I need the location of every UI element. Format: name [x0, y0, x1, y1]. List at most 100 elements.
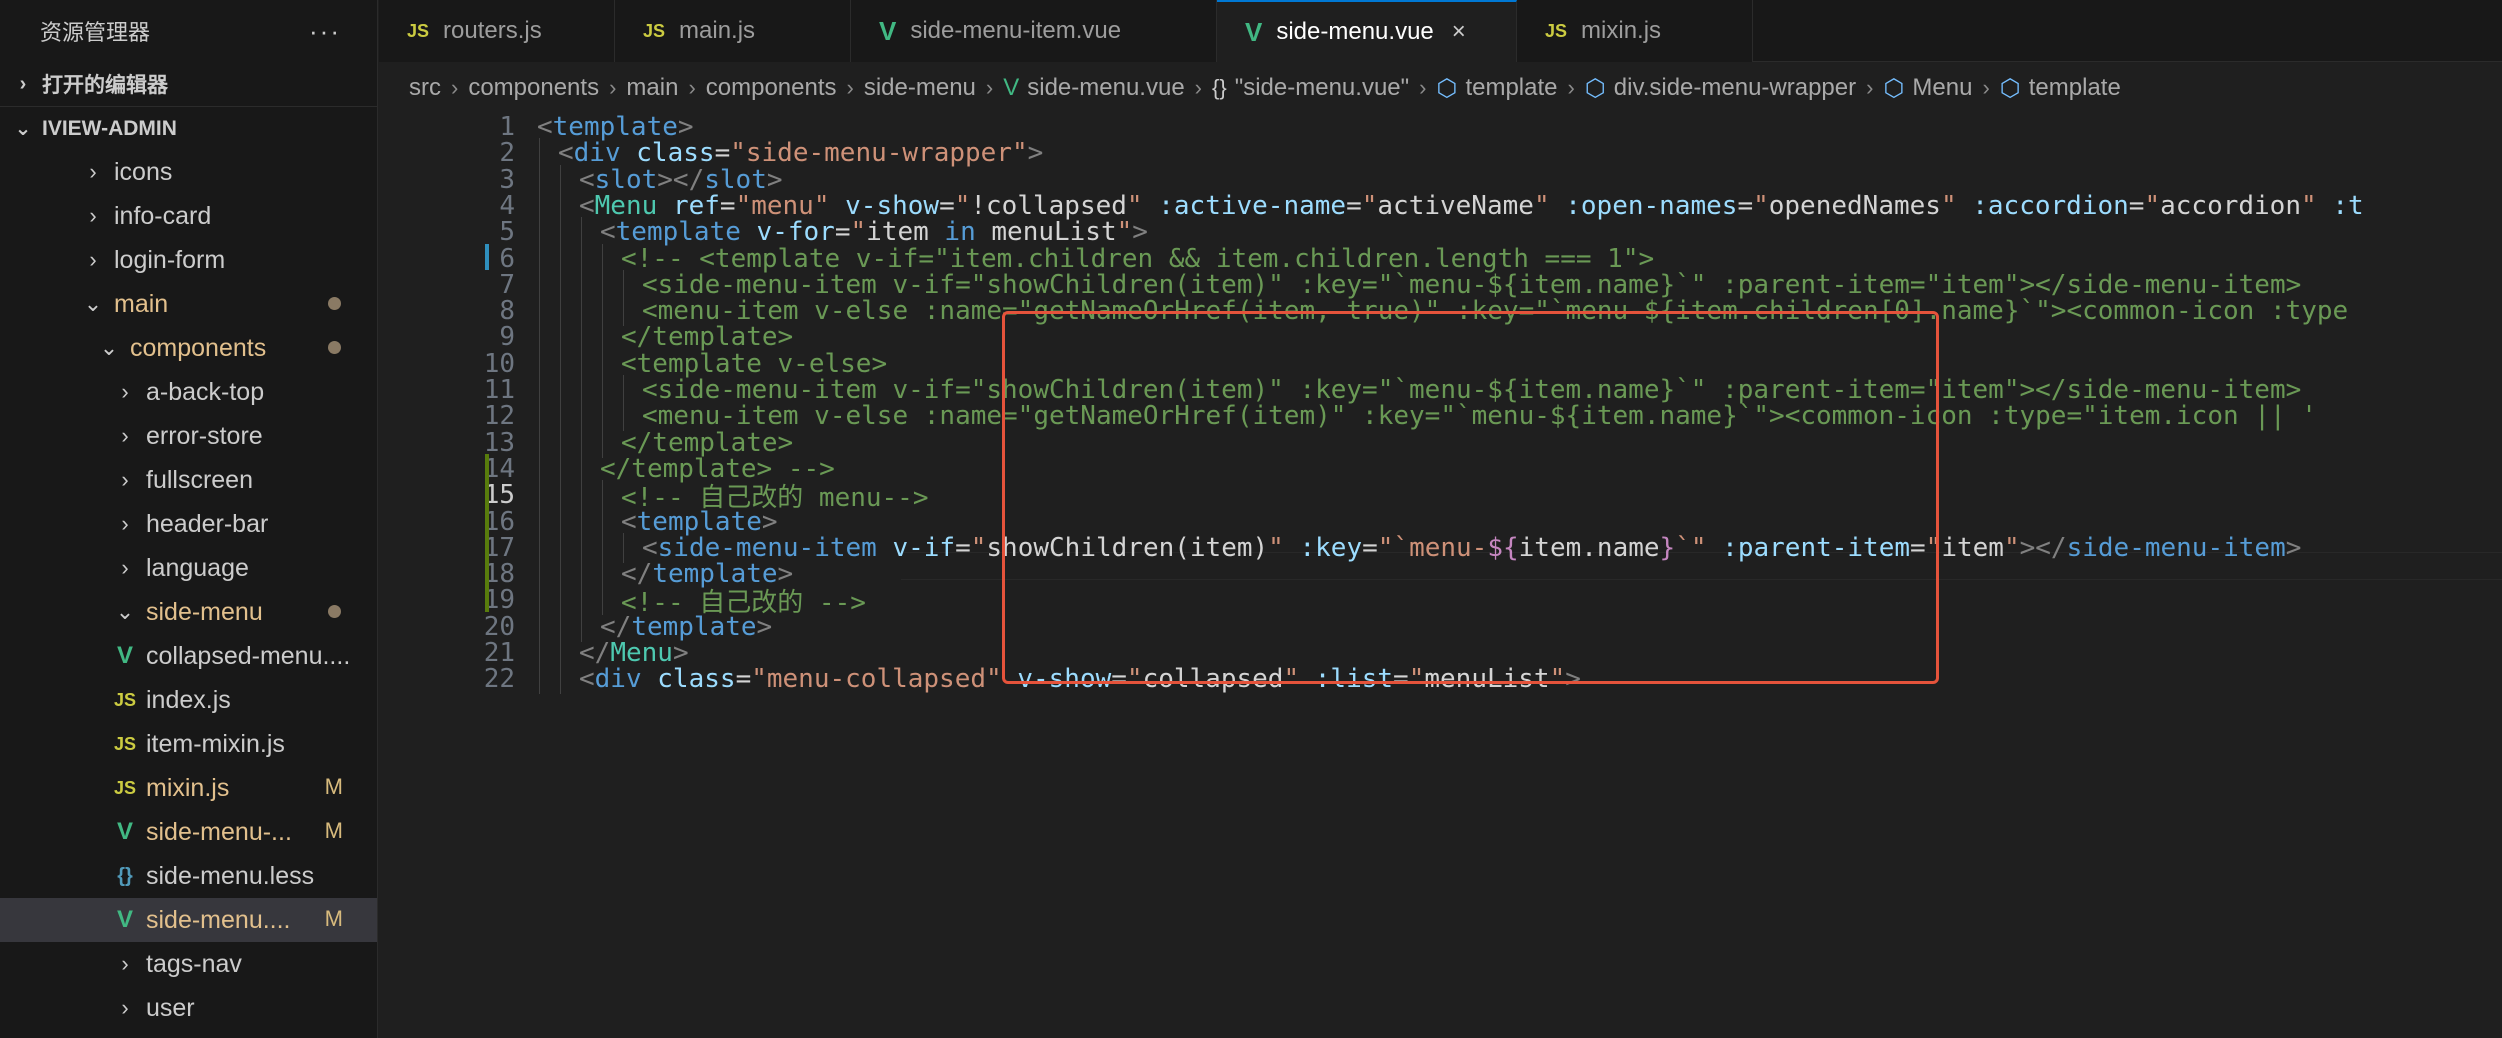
breadcrumb-item[interactable]: ⬡ template › [1437, 74, 1585, 103]
open-editors-section[interactable]: › 打开的编辑器 [0, 62, 377, 106]
close-icon[interactable]: × [1452, 18, 1466, 46]
tree-item-label: error-store [146, 421, 263, 450]
chevron-right-icon: › [121, 951, 129, 976]
chevron-right-icon: › [121, 995, 129, 1020]
breadcrumb-item[interactable]: components › [468, 74, 626, 102]
tree-item-label: mixin.js [146, 773, 230, 802]
tree-item[interactable]: JS index.js [0, 678, 377, 722]
chevron-right-icon: › [19, 72, 27, 95]
tree-item[interactable]: ⌄ side-menu [0, 590, 377, 634]
tab-label: routers.js [443, 17, 542, 44]
tab-side-menu-item-vue[interactable]: Vside-menu-item.vue [851, 0, 1217, 62]
code-token: = [1393, 664, 1409, 695]
code-token: < [579, 664, 595, 695]
breadcrumb-item[interactable]: side-menu › [864, 74, 1003, 102]
breadcrumb-item[interactable]: ⬡ div.side-menu-wrapper › [1585, 74, 1884, 103]
tree-item[interactable]: {} side-menu.less [0, 854, 377, 898]
tree-item[interactable]: › login-form [0, 238, 377, 282]
project-section[interactable]: ⌄ IVIEW-ADMIN [0, 106, 377, 150]
tree-item-label: item-mixin.js [146, 729, 285, 758]
chevron-right-icon: › [846, 75, 854, 100]
breadcrumb-item[interactable]: main › [626, 74, 705, 102]
less-file-icon: {} [117, 864, 133, 887]
breadcrumb-item[interactable]: src › [409, 74, 468, 102]
tree-item[interactable]: Vcollapsed-menu.... [0, 634, 377, 678]
tree-item[interactable]: Vside-menu-... M [0, 810, 377, 854]
chevron-right-icon: › [609, 75, 617, 100]
explorer-header: 资源管理器 ··· [0, 0, 377, 62]
cube-symbol-icon: ⬡ [1436, 74, 1458, 102]
code-token: " [1549, 664, 1566, 695]
vue-file-icon: V [116, 642, 133, 669]
code-text: <div class="menu-collapsed" v-show="coll… [579, 664, 1581, 694]
tree-item[interactable]: Vside-menu.... M [0, 898, 377, 942]
chevron-right-icon: › [121, 511, 129, 536]
breadcrumb-item[interactable]: components › [706, 74, 864, 102]
code-token: "menu-collapsed" [751, 664, 1002, 695]
code-token: " [1283, 664, 1300, 695]
tab-label: side-menu.vue [1276, 18, 1434, 45]
chevron-right-icon: › [1866, 75, 1874, 100]
open-editors-label: 打开的编辑器 [42, 74, 168, 97]
explorer-title: 资源管理器 [40, 20, 151, 45]
vue-file-icon: V [1003, 74, 1020, 101]
vue-file-icon: V [116, 818, 133, 845]
breadcrumb-item[interactable]: ⬡ template [2000, 74, 2121, 103]
chevron-right-icon: › [1567, 75, 1575, 100]
tree-item[interactable]: › error-store [0, 414, 377, 458]
tree-item-label: collapsed-menu.... [146, 641, 351, 670]
chevron-right-icon: › [89, 247, 97, 272]
tab-main-js[interactable]: JS main.js [615, 0, 851, 62]
tree-item[interactable]: JS mixin.js M [0, 766, 377, 810]
breadcrumb-item[interactable]: ⬡ Menu › [1883, 74, 1999, 103]
tab-label: mixin.js [1581, 17, 1662, 44]
breadcrumb-label: template [2028, 74, 2121, 101]
breadcrumb-item[interactable]: {} "side-menu.vue" › [1212, 74, 1437, 102]
tree-item[interactable]: JS item-mixin.js [0, 722, 377, 766]
tree-item-label: main [114, 289, 169, 318]
tree-item[interactable]: › a-back-top [0, 370, 377, 414]
ellipsis-icon[interactable]: ··· [309, 16, 341, 47]
tree-item[interactable]: › language [0, 546, 377, 590]
tab-side-menu-vue[interactable]: Vside-menu.vue × [1217, 0, 1517, 62]
chevron-right-icon: › [121, 423, 129, 448]
project-label: IVIEW-ADMIN [42, 116, 177, 140]
tab-routers-js[interactable]: JS routers.js [379, 0, 615, 62]
tree-item-label: side-menu.... [146, 905, 291, 934]
tree-item-label: login-form [114, 245, 226, 274]
cube-symbol-icon: ⬡ [1883, 74, 1905, 102]
code-line[interactable]: 22 <div class="menu-collapsed" v-show="co… [379, 658, 2502, 700]
tree-item[interactable]: ⌄ components [0, 326, 377, 370]
chevron-right-icon: › [121, 467, 129, 492]
tree-item-label: side-menu [146, 597, 263, 626]
breadcrumb-label: components [468, 74, 600, 101]
tree-item[interactable]: › tags-nav [0, 942, 377, 986]
chevron-right-icon: › [1194, 75, 1202, 100]
chevron-right-icon: › [121, 379, 129, 404]
breadcrumb-label: "side-menu.vue" [1234, 74, 1410, 101]
breadcrumb-label: div.side-menu-wrapper [1613, 74, 1857, 101]
chevron-right-icon: › [451, 75, 459, 100]
chevron-down-icon: ⌄ [99, 335, 119, 360]
tree-item[interactable]: ⌄ main [0, 282, 377, 326]
tree-item[interactable]: › info-card [0, 194, 377, 238]
breadcrumb-label: src [409, 74, 441, 101]
tab-mixin-js[interactable]: JS mixin.js [1517, 0, 1753, 62]
code-editor[interactable]: 1 <template> 2 <div class="side-menu-wrappe… [379, 114, 2502, 1038]
tree-item[interactable]: › user [0, 986, 377, 1030]
tab-label: main.js [679, 17, 756, 44]
tree-item[interactable]: › icons [0, 150, 377, 194]
gutter-change-marker [485, 453, 489, 612]
breadcrumb-item[interactable]: Vside-menu.vue › [1003, 74, 1212, 102]
git-status-badge: M [324, 906, 343, 931]
modified-dot-icon [328, 297, 341, 310]
tree-item[interactable]: › fullscreen [0, 458, 377, 502]
js-file-icon: JS [1545, 20, 1568, 41]
tree-item-label: side-menu-... [146, 817, 292, 846]
tree-item[interactable]: › header-bar [0, 502, 377, 546]
code-token: " [1408, 664, 1425, 695]
breadcrumb-label: components [705, 74, 837, 101]
modified-dot-icon [328, 341, 341, 354]
code-token: v-show [1017, 664, 1112, 695]
git-status-badge: M [324, 818, 343, 843]
